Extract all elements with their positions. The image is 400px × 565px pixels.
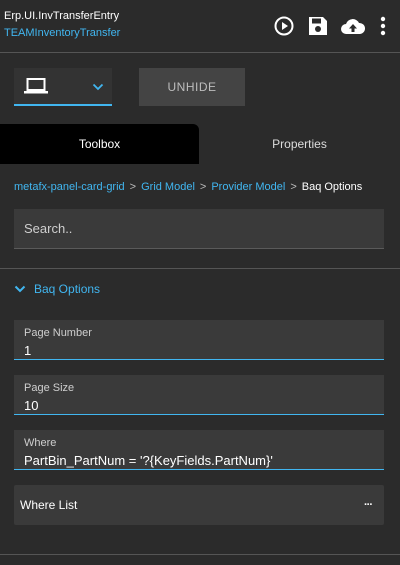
panel-tabs: Toolbox Properties [0, 124, 400, 164]
where-field[interactable]: Where PartBin_PartNum = '?{KeyFields.Par… [14, 430, 384, 470]
tab-toolbox[interactable]: Toolbox [0, 124, 199, 164]
header-bar: Erp.UI.InvTransferEntry TEAMInventoryTra… [0, 0, 400, 53]
where-list-row: Where List ··· [14, 485, 384, 525]
divider [0, 268, 400, 269]
layer-name-link[interactable]: TEAMInventoryTransfer [4, 27, 120, 39]
field-label: Page Size [24, 382, 75, 394]
field-value: 1 [24, 343, 32, 358]
section-label: Baq Options [34, 282, 101, 296]
more-options-button[interactable] [376, 14, 390, 38]
cloud-upload-icon [341, 19, 366, 34]
field-label: Page Number [24, 327, 92, 339]
search-input[interactable] [14, 209, 384, 248]
breadcrumb-item-grid-model[interactable]: Grid Model [141, 181, 195, 193]
breadcrumb-separator: > [129, 181, 137, 193]
chevron-down-icon [14, 285, 26, 293]
breadcrumb-separator: > [290, 181, 297, 193]
more-horizontal-icon: ··· [364, 499, 373, 511]
page-number-field[interactable]: Page Number 1 [14, 320, 384, 360]
field-value: PartBin_PartNum = '?{KeyFields.PartNum}' [24, 453, 273, 468]
save-icon [309, 17, 327, 35]
breadcrumb-current: Baq Options [301, 181, 363, 193]
chevron-down-icon [92, 83, 104, 91]
breadcrumb-item-panel-card-grid[interactable]: metafx-panel-card-grid [14, 181, 125, 193]
section-header-baq-options[interactable]: Baq Options [14, 282, 100, 296]
tab-properties[interactable]: Properties [199, 124, 400, 164]
unhide-button[interactable]: UNHIDE [139, 68, 245, 106]
divider [0, 554, 400, 555]
app-title: Erp.UI.InvTransferEntry [4, 10, 120, 22]
play-circle-icon [274, 16, 294, 36]
where-list-label: Where List [20, 498, 78, 512]
more-vertical-icon [380, 16, 386, 36]
field-value: 10 [24, 398, 39, 413]
laptop-icon [24, 78, 48, 94]
breadcrumb: metafx-panel-card-grid > Grid Model > Provid… [14, 181, 362, 193]
field-label: Where [24, 437, 57, 449]
run-preview-button[interactable] [273, 14, 295, 38]
save-button[interactable] [306, 14, 330, 38]
page-size-field[interactable]: Page Size 10 [14, 375, 384, 415]
where-list-more-button[interactable]: ··· [360, 495, 376, 515]
publish-button[interactable] [340, 14, 366, 38]
breadcrumb-separator: > [199, 181, 207, 193]
search-box [14, 209, 384, 249]
breadcrumb-item-provider-model[interactable]: Provider Model [211, 181, 285, 193]
device-preview-select[interactable] [14, 68, 112, 106]
